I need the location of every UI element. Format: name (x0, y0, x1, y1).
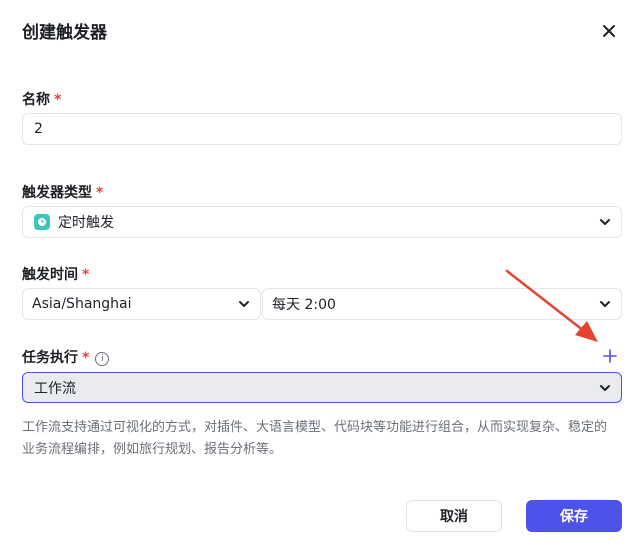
dialog-title: 创建触发器 (22, 23, 107, 43)
name-label: 名称 * (22, 92, 62, 108)
chevron-down-icon (239, 301, 249, 307)
task-type-select[interactable]: 工作流 (22, 372, 622, 403)
cancel-button[interactable]: 取消 (406, 500, 502, 532)
task-description: 工作流支持通过可视化的方式，对插件、大语言模型、代码块等功能进行组合，从而实现复… (22, 420, 608, 457)
timezone-select[interactable]: Asia/Shanghai (22, 288, 261, 320)
schedule-select[interactable]: 每天 2:00 (262, 288, 622, 320)
save-button[interactable]: 保存 (526, 500, 622, 532)
trigger-type-select[interactable]: 定时触发 (22, 206, 622, 238)
plus-icon[interactable] (602, 348, 618, 364)
chevron-down-icon (600, 384, 610, 391)
name-input[interactable]: 2 (22, 113, 622, 145)
trigger-time-label: 触发时间 * (22, 267, 90, 283)
close-icon[interactable] (598, 20, 620, 42)
info-icon[interactable]: i (95, 352, 110, 366)
chevron-down-icon (600, 301, 610, 307)
trigger-type-label: 触发器类型 * (22, 185, 104, 201)
chevron-down-icon (600, 219, 610, 225)
task-label: 任务执行 * i (22, 347, 110, 367)
clock-icon (34, 214, 50, 230)
annotation-arrow (505, 269, 598, 342)
